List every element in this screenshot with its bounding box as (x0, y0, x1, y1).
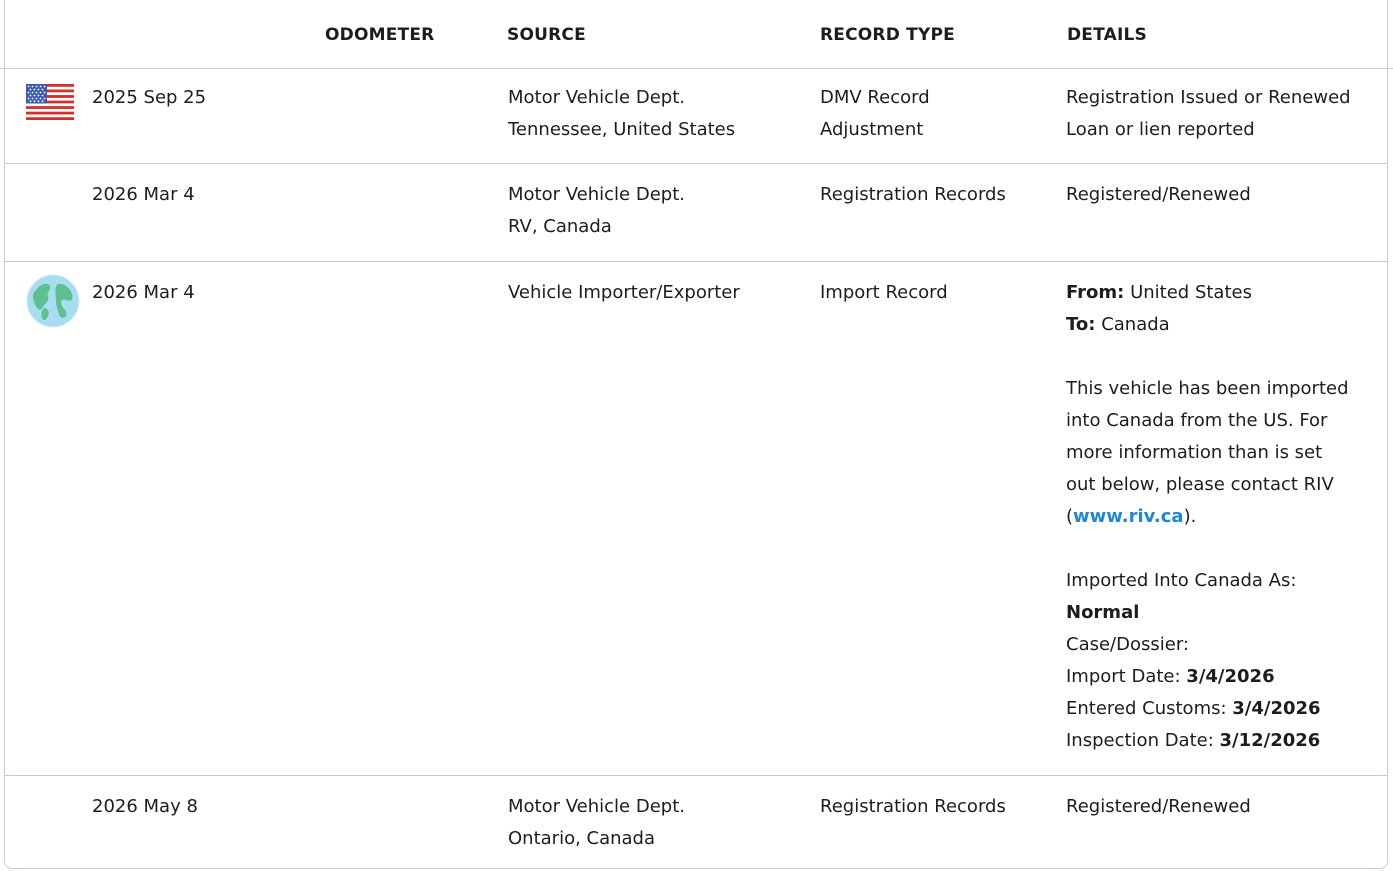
record-type-line: Registration Records (820, 796, 1006, 817)
source-line: Ontario, Canada (508, 828, 656, 849)
row-details: Registered/Renewed (1066, 179, 1251, 211)
record-type-line: DMV Record (820, 87, 930, 108)
table-row: 2026 Mar 4 Motor Vehicle Dept. RV, Canad… (5, 164, 1387, 262)
from-label: From: (1066, 282, 1125, 303)
import-date-value: 3/4/2026 (1186, 666, 1275, 687)
to-line: To: Canada (1066, 309, 1349, 341)
header-source: SOURCE (507, 25, 586, 45)
header-odometer: ODOMETER (325, 25, 435, 45)
paragraph-line: out below, please contact RIV (1066, 474, 1334, 495)
row-date: 2026 Mar 4 (92, 282, 195, 303)
row-record-type: Registration Records (820, 791, 1006, 823)
row-source: Motor Vehicle Dept. RV, Canada (508, 179, 685, 243)
row-date: 2025 Sep 25 (92, 87, 207, 108)
riv-link[interactable]: www.riv.ca (1073, 506, 1184, 527)
paren-close: ). (1183, 506, 1197, 527)
row-source: Motor Vehicle Dept. Tennessee, United St… (508, 82, 735, 146)
from-value: United States (1130, 282, 1252, 303)
details-line: Registered/Renewed (1066, 796, 1251, 817)
inspection-date-label: Inspection Date: (1066, 730, 1214, 751)
entered-customs-value: 3/4/2026 (1232, 698, 1321, 719)
imported-as-value: Normal (1066, 597, 1349, 629)
table-row: 2026 Mar 4 Vehicle Importer/Exporter Imp… (5, 262, 1387, 776)
imported-as-value-text: Normal (1066, 602, 1140, 623)
paragraph-line: more information than is set (1066, 442, 1323, 463)
details-line: Registration Issued or Renewed (1066, 87, 1351, 108)
row-record-type: Import Record (820, 277, 948, 309)
table-header: ODOMETER SOURCE RECORD TYPE DETAILS (0, 0, 1393, 69)
header-record-type: RECORD TYPE (820, 25, 955, 45)
entered-customs-line: Entered Customs: 3/4/2026 (1066, 693, 1349, 725)
source-line: Motor Vehicle Dept. (508, 796, 685, 817)
source-line: Motor Vehicle Dept. (508, 184, 685, 205)
imported-as-label: Imported Into Canada As: (1066, 570, 1297, 591)
paragraph-line: into Canada from the US. For (1066, 410, 1328, 431)
entered-customs-label: Entered Customs: (1066, 698, 1227, 719)
row-source: Motor Vehicle Dept. Ontario, Canada (508, 791, 685, 855)
import-date-line: Import Date: 3/4/2026 (1066, 661, 1349, 693)
record-type-line: Registration Records (820, 184, 1006, 205)
row-details: From: United States To: Canada This vehi… (1066, 277, 1349, 757)
row-details: Registration Issued or Renewed Loan or l… (1066, 82, 1351, 146)
source-line: RV, Canada (508, 216, 612, 237)
riv-link-line: (www.riv.ca). (1066, 501, 1349, 533)
header-details: DETAILS (1067, 25, 1147, 45)
paragraph-line: This vehicle has been imported (1066, 378, 1349, 399)
us-flag-icon (26, 84, 74, 120)
source-line: Motor Vehicle Dept. (508, 87, 685, 108)
details-line: Loan or lien reported (1066, 119, 1255, 140)
table-row: 2025 Sep 25 Motor Vehicle Dept. Tennesse… (5, 68, 1387, 164)
row-record-type: DMV Record Adjustment (820, 82, 930, 146)
to-label: To: (1066, 314, 1096, 335)
row-date: 2026 Mar 4 (92, 184, 195, 205)
globe-icon (26, 274, 80, 328)
record-type-line: Adjustment (820, 119, 924, 140)
row-record-type: Registration Records (820, 179, 1006, 211)
table-row: 2026 May 8 Motor Vehicle Dept. Ontario, … (5, 776, 1387, 871)
details-line: Registered/Renewed (1066, 184, 1251, 205)
case-dossier-label: Case/Dossier: (1066, 634, 1189, 655)
row-details: Registered/Renewed (1066, 791, 1251, 823)
source-line: Tennessee, United States (508, 119, 736, 140)
inspection-date-line: Inspection Date: 3/12/2026 (1066, 725, 1349, 757)
source-line: Vehicle Importer/Exporter (508, 282, 740, 303)
record-type-line: Import Record (820, 282, 948, 303)
row-source: Vehicle Importer/Exporter (508, 277, 740, 309)
paren-open: ( (1066, 506, 1074, 527)
inspection-date-value: 3/12/2026 (1219, 730, 1321, 751)
row-date: 2026 May 8 (92, 796, 198, 817)
to-value: Canada (1101, 314, 1170, 335)
from-line: From: United States (1066, 277, 1349, 309)
import-date-label: Import Date: (1066, 666, 1181, 687)
